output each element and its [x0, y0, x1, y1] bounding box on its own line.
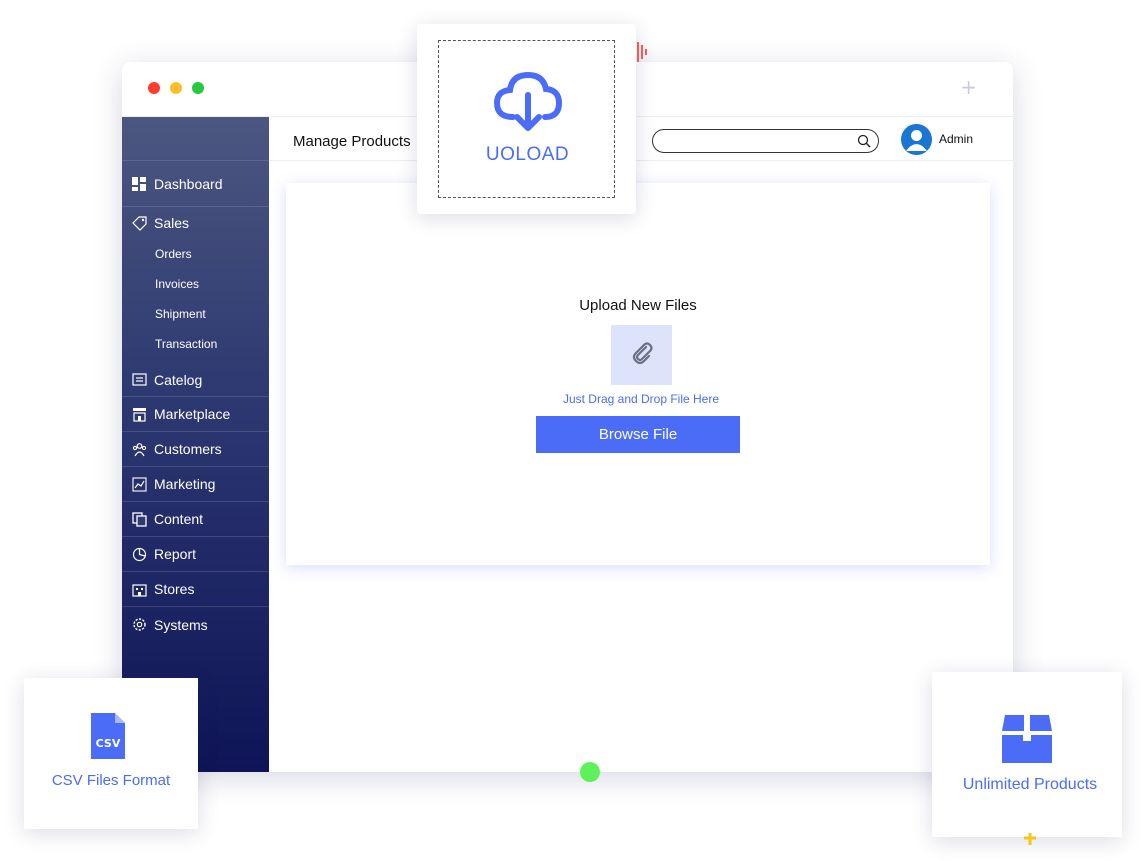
- csv-file-icon: CSV: [91, 713, 125, 764]
- unlimited-label: Unlimited Products: [962, 776, 1098, 793]
- sidebar-item-marketing[interactable]: Marketing: [122, 467, 269, 502]
- sidebar-item-label: Marketing: [154, 476, 216, 492]
- sidebar-item-label: Marketplace: [154, 406, 231, 422]
- store-icon: [131, 406, 147, 422]
- customers-icon: [131, 441, 147, 457]
- cloud-download-icon: [493, 69, 563, 140]
- sidebar-item-sales[interactable]: Sales: [122, 207, 269, 239]
- csv-label: CSV Files Format: [51, 772, 171, 789]
- file-drop-zone[interactable]: [611, 325, 672, 385]
- upload-panel-title: Upload New Files: [579, 297, 697, 314]
- gear-icon: [131, 617, 147, 633]
- sidebar-item-label: Customers: [154, 441, 222, 457]
- sidebar-item-label: Catelog: [154, 371, 203, 388]
- close-window-button[interactable]: [148, 82, 160, 94]
- marketing-icon: [131, 476, 147, 492]
- building-icon: [131, 581, 147, 597]
- sidebar-item-label: Systems: [154, 616, 208, 633]
- sidebar-item-label: Content: [154, 511, 204, 527]
- paperclip-icon: [629, 340, 655, 371]
- upload-feature-card: UOLOAD: [417, 24, 636, 214]
- upload-dashed-area[interactable]: UOLOAD: [438, 40, 615, 198]
- search-icon[interactable]: [857, 134, 871, 148]
- sidebar-item-catelog[interactable]: Catelog: [122, 359, 269, 397]
- sidebar-item-systems[interactable]: Systems: [122, 607, 269, 642]
- upload-label: UOLOAD: [485, 144, 570, 165]
- sidebar-item-report[interactable]: Report: [122, 537, 269, 572]
- drop-hint: Just Drag and Drop File Here: [562, 392, 720, 406]
- sidebar-header: [122, 117, 269, 161]
- csv-format-card: CSV CSV Files Format: [24, 678, 198, 829]
- sidebar-subitem-orders[interactable]: Orders: [122, 239, 269, 269]
- sidebar-item-marketplace[interactable]: Marketplace: [122, 397, 269, 432]
- dashboard-icon: [131, 176, 147, 192]
- sidebar-item-label: Stores: [154, 581, 195, 597]
- admin-label[interactable]: Admin: [939, 132, 973, 146]
- report-icon: [131, 546, 147, 562]
- search-input[interactable]: [652, 129, 879, 153]
- sidebar-item-content[interactable]: Content: [122, 502, 269, 537]
- sidebar-subitem-invoices[interactable]: Invoices: [122, 269, 269, 299]
- unlimited-products-card: Unlimited Products: [932, 672, 1122, 837]
- sidebar-item-dashboard[interactable]: Dashboard: [122, 161, 269, 207]
- upload-panel: Upload New Files Just Drag and Drop File…: [286, 183, 990, 565]
- status-dot: [580, 762, 600, 782]
- sparkle-icon: [1023, 832, 1037, 845]
- sidebar-item-label: Dashboard: [154, 175, 223, 192]
- catalog-icon: [131, 372, 147, 388]
- browse-file-button[interactable]: Browse File: [536, 416, 740, 453]
- sidebar-item-label: Report: [154, 546, 197, 562]
- sound-wave-icon: [636, 40, 650, 64]
- sidebar: Dashboard Sales Orders Invoices Shipment…: [122, 117, 269, 772]
- svg-text:CSV: CSV: [96, 737, 121, 750]
- sidebar-item-stores[interactable]: Stores: [122, 572, 269, 607]
- avatar[interactable]: [901, 124, 932, 155]
- page-title: Manage Products: [293, 133, 411, 150]
- sidebar-item-customers[interactable]: Customers: [122, 432, 269, 467]
- sidebar-subitem-shipment[interactable]: Shipment: [122, 299, 269, 329]
- minimize-window-button[interactable]: [170, 82, 182, 94]
- box-icon: [1002, 713, 1052, 768]
- sidebar-subitem-transaction[interactable]: Transaction: [122, 329, 269, 359]
- top-bar: Manage Products Admin: [269, 117, 1013, 161]
- maximize-window-button[interactable]: [192, 82, 204, 94]
- sidebar-item-label: Sales: [154, 215, 190, 231]
- new-tab-icon[interactable]: +: [960, 75, 977, 99]
- tag-icon: [131, 215, 147, 231]
- copy-icon: [131, 511, 147, 527]
